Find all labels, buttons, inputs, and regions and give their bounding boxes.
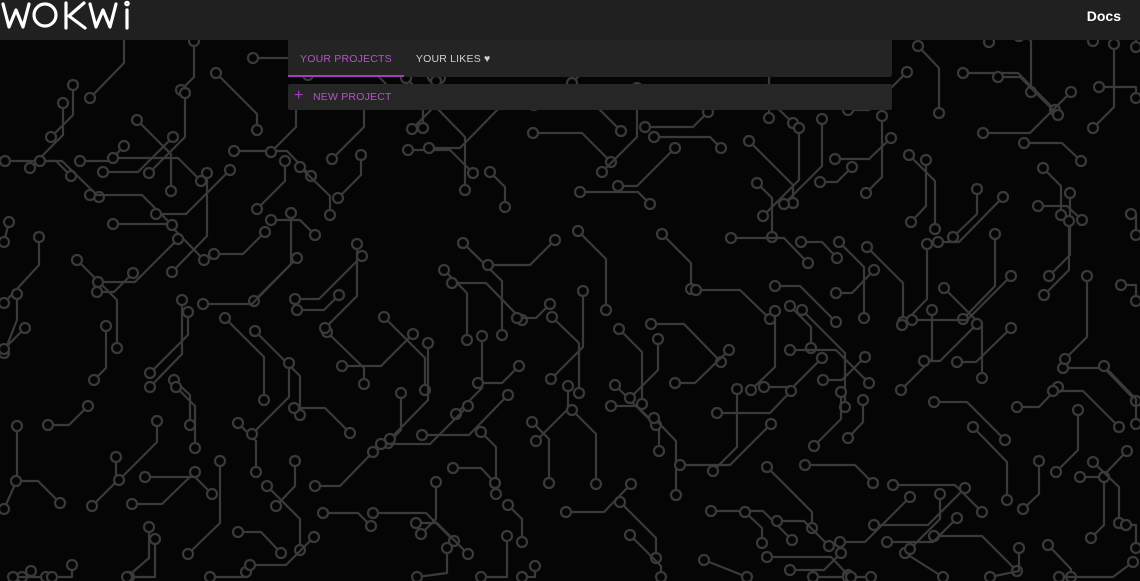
new-project-button[interactable]: + NEW PROJECT [288,84,892,110]
top-header: Docs [0,0,1140,40]
wokwi-logo[interactable] [0,0,135,32]
plus-icon: + [294,87,304,104]
projects-panel: YOUR PROJECTS YOUR LIKES ♥ + NEW PROJECT [288,40,892,110]
projects-page: Docs YOUR PROJECTS YOUR LIKES ♥ + NEW PR… [0,0,1140,581]
tab-your-projects[interactable]: YOUR PROJECTS [288,40,404,77]
new-project-label: NEW PROJECT [313,91,392,103]
docs-link[interactable]: Docs [1087,8,1121,24]
tab-your-likes[interactable]: YOUR LIKES ♥ [404,40,503,77]
tab-bar: YOUR PROJECTS YOUR LIKES ♥ [288,40,892,77]
